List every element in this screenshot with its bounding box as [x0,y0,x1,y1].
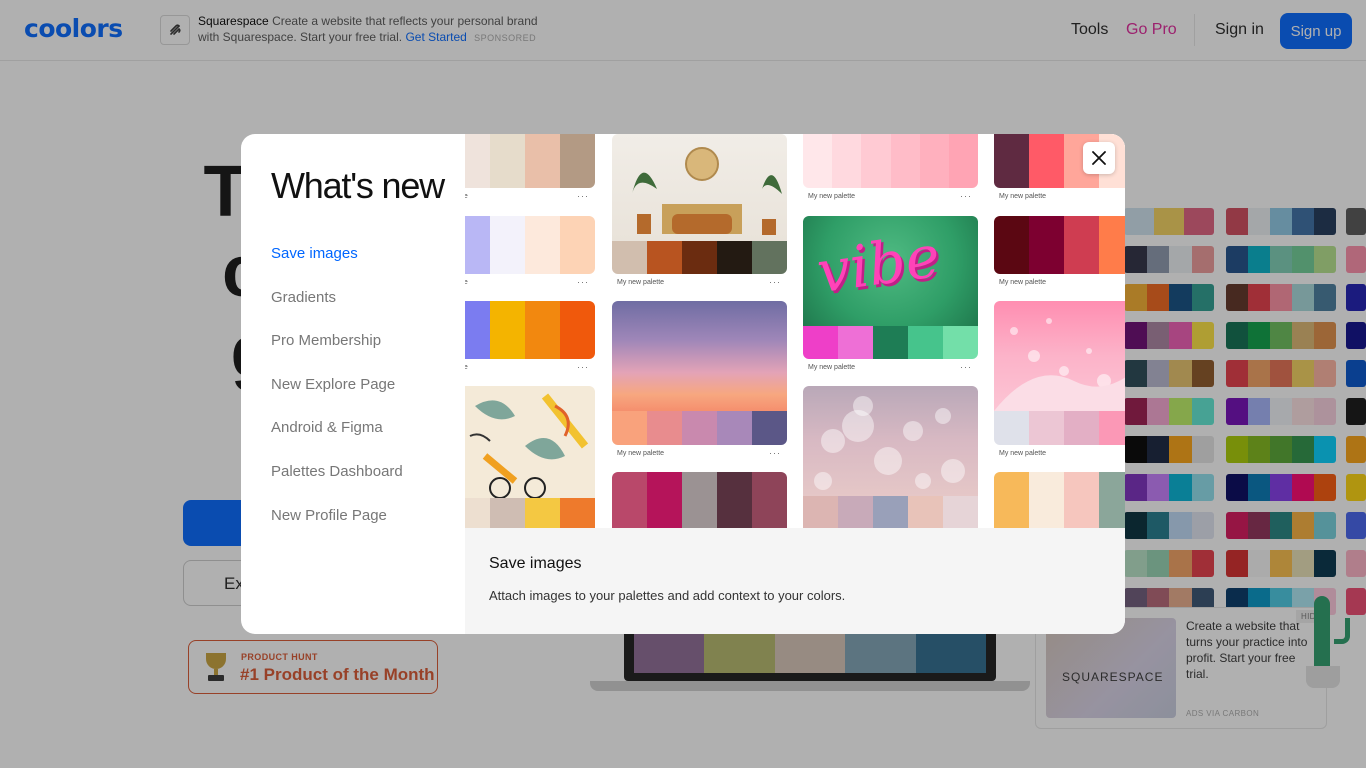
palette-caption: My new palette [617,279,665,286]
palette-card-pink-bubbles: My new palette [994,301,1125,461]
menu-item-new-explore-page[interactable]: New Explore Page [271,375,403,419]
palette-caption: My new palette [999,450,1047,457]
palette-gallery: tte ··· tte ··· tte ··· [465,134,1125,528]
whats-new-menu: Save images Gradients Pro Membership New… [271,244,403,549]
palette-card [994,472,1125,528]
palette-card-bokeh [803,386,978,528]
vibe-neon-sign: vibe [812,221,944,307]
palette-card: My new palette [994,216,1125,286]
modal-title: What's new [271,165,445,206]
palette-card: My new palette ··· [803,134,978,204]
feature-detail-panel: Save images Attach images to your palett… [465,528,1125,634]
palette-caption: My new palette [999,193,1047,200]
palette-card: tte ··· [465,301,595,372]
whats-new-modal: What's new Save images Gradients Pro Mem… [241,134,1125,634]
palette-card-vibe: vibe My new palette ··· [803,216,978,372]
palette-caption: tte [465,193,468,200]
close-modal-button[interactable] [1083,142,1115,174]
palette-caption: My new palette [808,364,856,371]
palette-menu-icon[interactable]: ··· [577,277,589,287]
menu-item-pro-membership[interactable]: Pro Membership [271,331,403,375]
menu-item-android-figma[interactable]: Android & Figma [271,418,403,462]
palette-card-sunset: My new palette ··· [612,301,787,461]
palette-menu-icon[interactable]: ··· [960,191,972,201]
palette-card [612,472,787,528]
palette-caption: My new palette [617,450,665,457]
palette-caption: My new palette [999,279,1047,286]
menu-item-gradients[interactable]: Gradients [271,288,403,332]
menu-item-palettes-dashboard[interactable]: Palettes Dashboard [271,462,403,506]
palette-menu-icon[interactable]: ··· [960,362,972,372]
feature-detail-title: Save images [489,555,582,572]
palette-menu-icon[interactable]: ··· [769,277,781,287]
palette-card-illustration [465,386,595,528]
palette-caption: My new palette [808,193,856,200]
palette-caption: tte [465,279,468,286]
menu-item-save-images[interactable]: Save images [271,244,403,288]
palette-card: tte ··· [465,134,595,204]
palette-menu-icon[interactable]: ··· [769,448,781,458]
palette-card: tte ··· [465,216,595,287]
palette-card-interior: My new palette ··· [612,134,787,289]
palette-menu-icon[interactable]: ··· [577,191,589,201]
menu-item-new-profile-page[interactable]: New Profile Page [271,506,403,550]
palette-menu-icon[interactable]: ··· [577,362,589,372]
feature-detail-description: Attach images to your palettes and add c… [489,588,846,603]
palette-caption: tte [465,364,468,371]
close-icon [1092,151,1106,165]
